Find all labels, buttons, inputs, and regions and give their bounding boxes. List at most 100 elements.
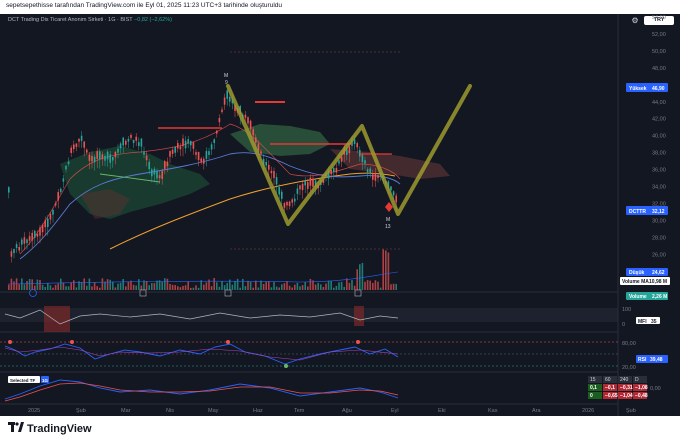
- volume-bar: [296, 282, 299, 290]
- volume-bar: [161, 281, 163, 290]
- ichimoku-cloud-green: [60, 146, 210, 219]
- volume-bar: [177, 286, 179, 290]
- volume-bar: [52, 287, 54, 290]
- volume-bar: [67, 286, 70, 290]
- volume-bar: [390, 284, 392, 290]
- volume-bar: [333, 287, 335, 290]
- volume-bar: [275, 286, 278, 290]
- volume-bar: [366, 280, 369, 290]
- last-tag-label: DCTTR: [629, 209, 646, 215]
- price-axis-label: 54,00: [652, 15, 666, 21]
- volume-bar: [374, 280, 377, 290]
- volume-bar: [379, 287, 382, 290]
- candle-body: [70, 147, 72, 153]
- volume-bar: [205, 282, 208, 290]
- candle-body: [255, 137, 257, 143]
- candle-body: [260, 151, 262, 154]
- candle-body: [309, 177, 312, 186]
- volume-bar: [119, 282, 122, 290]
- candle-body: [200, 158, 202, 162]
- candle-body: [41, 224, 44, 233]
- candle-body: [286, 201, 288, 206]
- volume-bar: [122, 278, 124, 290]
- time-axis-label: Mar: [121, 408, 131, 414]
- volume-bar: [343, 286, 345, 290]
- volume-bar: [73, 280, 75, 290]
- candle-body: [52, 209, 54, 215]
- candle-body: [192, 142, 195, 149]
- candle-body: [83, 141, 85, 148]
- volume-bar: [15, 278, 18, 290]
- candle-body: [270, 170, 273, 174]
- candle-body: [75, 143, 78, 147]
- price-axis-label: 36,00: [652, 168, 666, 174]
- volume-bar: [171, 284, 174, 290]
- candle-body: [49, 213, 52, 220]
- volume-bar: [203, 284, 205, 290]
- tradingview-logo[interactable]: TradingView: [8, 422, 92, 435]
- candle-body: [39, 227, 41, 236]
- volume-bar: [28, 279, 31, 290]
- candle-body: [377, 174, 379, 179]
- volume-bar: [179, 287, 182, 290]
- mtf-value: −0,48: [635, 393, 648, 399]
- chart-canvas[interactable]: M 9 M 13 54,0052,0050,0048,0046,0044,004…: [0, 14, 680, 416]
- volume-bar: [273, 281, 275, 290]
- candle-body: [54, 203, 57, 206]
- time-axis: 2025 Şub Mar Nis May Haz Tem Ağu Eyl Eki Kas Ara 202…: [28, 408, 636, 414]
- volume-bar: [18, 284, 20, 290]
- event-markers: [29, 289, 362, 297]
- volume-bar: [325, 283, 327, 290]
- candle-body: [335, 167, 338, 173]
- volume-bar: [26, 281, 28, 290]
- candle-body: [130, 134, 132, 138]
- candle-body: [174, 146, 176, 153]
- candle-body: [96, 151, 98, 159]
- candle-body: [273, 171, 275, 179]
- candle-body: [140, 138, 143, 147]
- volume-bar: [93, 282, 96, 290]
- volume-bar: [104, 281, 106, 290]
- candle-body: [353, 139, 356, 144]
- volume-bar: [239, 287, 241, 290]
- volume-bar: [36, 279, 39, 290]
- volume-bar: [278, 287, 280, 290]
- price-axis-label: 28,00: [652, 235, 666, 241]
- volume-bar: [200, 280, 202, 290]
- volume-bar: [387, 252, 390, 290]
- volume-bar: [83, 278, 85, 290]
- volume-bar: [169, 283, 171, 290]
- candle-body: [112, 156, 114, 161]
- candle-body: [23, 237, 26, 244]
- candle-body: [340, 156, 343, 162]
- time-axis-label: Haz: [253, 408, 263, 414]
- candle-body: [143, 151, 145, 155]
- mfi-highlight-1: [44, 306, 70, 332]
- volume-bar: [164, 278, 166, 290]
- top-marker-num: 9: [225, 80, 228, 86]
- volume-bar: [99, 287, 101, 290]
- volume-bar: [117, 283, 119, 290]
- price-axis-label: 48,00: [652, 66, 666, 72]
- volume-bar: [294, 284, 296, 290]
- volume-bar: [47, 282, 49, 290]
- candle-body: [8, 187, 10, 193]
- volume-bar: [96, 286, 98, 290]
- mfi-highlight-2: [354, 306, 364, 326]
- candle-body: [338, 160, 340, 164]
- candle-body: [205, 151, 208, 159]
- volume-bar: [213, 278, 215, 290]
- candle-body: [171, 149, 174, 154]
- volume-bars: [7, 249, 399, 290]
- volume-bar: [338, 282, 340, 290]
- volume-bar: [372, 283, 374, 290]
- rsi-tag-value: 39,48: [650, 357, 663, 363]
- candle-body: [187, 139, 189, 144]
- time-axis-label: Tem: [294, 408, 305, 414]
- volume-bar: [353, 285, 356, 290]
- candle-body: [208, 151, 210, 155]
- volume-bar: [138, 279, 140, 290]
- volume-bar: [377, 281, 379, 290]
- candle-body: [57, 192, 59, 201]
- rsi-axis-top: 80,00: [622, 341, 636, 347]
